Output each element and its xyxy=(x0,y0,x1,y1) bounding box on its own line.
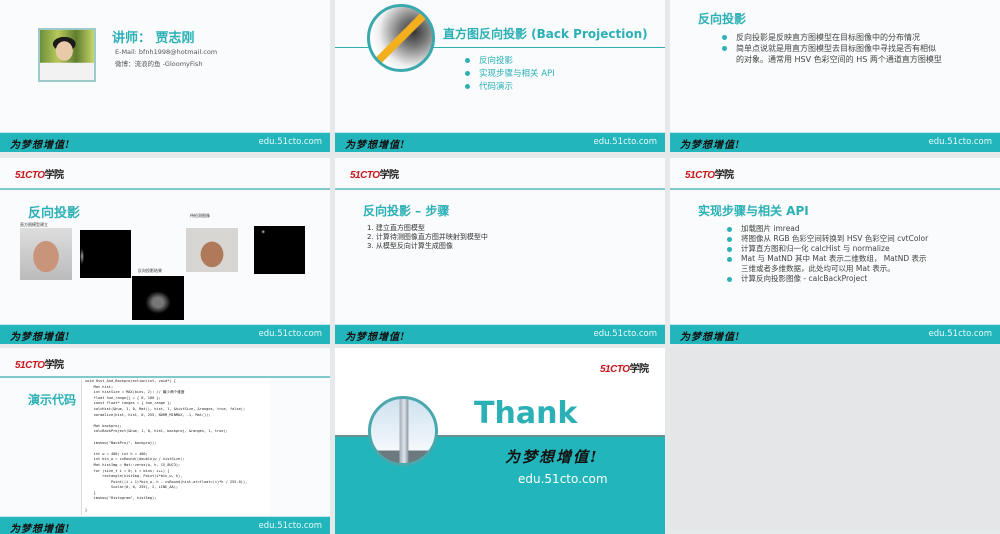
slide-footer: 为梦想增值! edu.51cto.com xyxy=(0,324,330,344)
footer-url: edu.51cto.com xyxy=(593,137,657,147)
header-divider xyxy=(670,188,1000,190)
slide-title: 反向投影 xyxy=(28,206,81,221)
motto-calligraphy: 为梦想增值! xyxy=(505,448,599,466)
api-item: 将图像从 RGB 色彩空间转换到 HSV 色彩空间 cvtColor xyxy=(725,234,928,244)
agenda-item: 反向投影 xyxy=(463,55,555,68)
slide-title: 反向投影 – 步骤 xyxy=(363,204,450,218)
step-item: 1. 建立直方图模型 xyxy=(367,224,425,232)
header-divider xyxy=(0,376,330,378)
empty-slot xyxy=(670,348,1000,530)
motto: 为梦想增值! xyxy=(10,332,71,343)
slide-title: 实现步骤与相关 API xyxy=(698,204,809,218)
slide-thumbnail-2[interactable]: 直方图反向投影 (Back Projection) 反向投影 实现步骤与相关 A… xyxy=(335,0,665,152)
histogram-image-1 xyxy=(80,230,131,278)
bullet-list: 反向投影是反映直方图模型在目标图像中的分布情况 简单点说就是用直方图模型去目标图… xyxy=(720,32,942,65)
model-hand-image xyxy=(20,228,72,280)
api-item: 加载图片 imread xyxy=(725,224,928,234)
step-item: 2. 计算待测图像直方图并映射到模型中 xyxy=(367,233,488,241)
agenda-list: 反向投影 实现步骤与相关 API 代码演示 xyxy=(463,55,555,94)
closing-url: edu.51cto.com xyxy=(518,472,608,486)
slide-title: 演示代码 xyxy=(28,393,77,407)
motto: 为梦想增值! xyxy=(680,332,741,343)
api-list: 加载图片 imread 将图像从 RGB 色彩空间转换到 HSV 色彩空间 cv… xyxy=(725,224,928,284)
motto: 为梦想增值! xyxy=(10,524,71,534)
footer-url: edu.51cto.com xyxy=(928,137,992,147)
slide-thumbnail-3[interactable]: 反向投影 反向投影是反映直方图模型在目标图像中的分布情况 简单点说就是用直方图模… xyxy=(670,0,1000,152)
instructor-weibo: 微博：流浪的鱼 -GloomyFish xyxy=(115,60,203,68)
slide-thumbnail-4[interactable]: 51CTO学院 反向投影 直方图模型建立 反向投影结果 待检测图像 为梦想增值!… xyxy=(0,158,330,344)
histogram-image-2 xyxy=(254,226,305,274)
51cto-logo: 51CTO学院 xyxy=(600,364,649,375)
bullet-item-continued: 的对象。通常用 HSV 色彩空间的 HS 两个通道直方图模型 xyxy=(736,55,942,64)
pencil-circle-image xyxy=(367,4,435,72)
instructor-email: E-Mail: bfnh1998@hotmail.com xyxy=(115,48,218,56)
motto: 为梦想增值! xyxy=(345,140,406,151)
51cto-logo: 51CTO学院 xyxy=(15,360,64,371)
slide-footer: 为梦想增值! edu.51cto.com xyxy=(335,132,665,152)
51cto-logo: 51CTO学院 xyxy=(685,170,734,181)
motto: 为梦想增值! xyxy=(680,140,741,151)
slide-thumbnail-8[interactable]: 51CTO学院 Thank 为梦想增值! edu.51cto.com xyxy=(335,348,665,534)
slide-footer: 为梦想增值! edu.51cto.com xyxy=(670,132,1000,152)
thank-heading: Thank xyxy=(474,396,578,431)
slide-thumbnail-6[interactable]: 51CTO学院 实现步骤与相关 API 加载图片 imread 将图像从 RGB… xyxy=(670,158,1000,344)
api-item: 计算直方图和归一化 calcHist 与 normalize xyxy=(725,244,928,254)
slide-footer: 为梦想增值! edu.51cto.com xyxy=(0,132,330,152)
header-divider xyxy=(0,188,330,190)
step-item: 3. 从模型反向计算生成图像 xyxy=(367,242,453,250)
agenda-item: 实现步骤与相关 API xyxy=(463,68,555,81)
slide-footer: 为梦想增值! edu.51cto.com xyxy=(670,324,1000,344)
motto: 为梦想增值! xyxy=(345,332,406,343)
slide-title: 反向投影 xyxy=(698,12,747,26)
slide-footer: 为梦想增值! edu.51cto.com xyxy=(0,516,330,534)
slide-thumbnail-5[interactable]: 51CTO学院 反向投影 – 步骤 1. 建立直方图模型 2. 计算待测图像直方… xyxy=(335,158,665,344)
footer-url: edu.51cto.com xyxy=(258,329,322,339)
bullet-item: 反向投影是反映直方图模型在目标图像中的分布情况 xyxy=(720,32,942,43)
motto: 为梦想增值! xyxy=(10,140,71,151)
deck-title: 直方图反向投影 (Back Projection) xyxy=(443,27,648,41)
steps-list: 1. 建立直方图模型 2. 计算待测图像直方图并映射到模型中 3. 从模型反向计… xyxy=(367,224,488,251)
footer-url: edu.51cto.com xyxy=(593,329,657,339)
instructor-photo xyxy=(38,28,96,82)
slide-thumbnail-1[interactable]: 讲师： 贾志刚 E-Mail: bfnh1998@hotmail.com 微博：… xyxy=(0,0,330,152)
agenda-item: 代码演示 xyxy=(463,81,555,94)
footer-url: edu.51cto.com xyxy=(928,329,992,339)
api-item: Mat 与 MatND 其中 Mat 表示二维数组， MatND 表示 xyxy=(725,254,928,264)
burj-al-arab-circle-image xyxy=(368,396,438,466)
slide-thumbnail-7[interactable]: 51CTO学院 演示代码 void Hist_And_Backprojectio… xyxy=(0,348,330,534)
api-item: 计算反向投影图像 - calcBackProject xyxy=(725,274,928,284)
test-label: 待检测图像 xyxy=(190,213,210,218)
bullet-item: 简单点说就是用直方图模型去目标图像中寻找是否有相似 xyxy=(720,43,942,54)
51cto-logo: 51CTO学院 xyxy=(350,170,399,181)
slide-footer: 为梦想增值! edu.51cto.com xyxy=(335,324,665,344)
footer-url: edu.51cto.com xyxy=(258,137,322,147)
instructor-name: 讲师： 贾志刚 xyxy=(112,31,195,46)
51cto-logo: 51CTO学院 xyxy=(15,170,64,181)
result-label: 反向投影结果 xyxy=(138,268,162,273)
bullet-item-continued: 三维或者多维数据，此处均可以用 Mat 表示。 xyxy=(741,264,895,273)
header-divider xyxy=(335,188,665,190)
test-hand-image xyxy=(186,228,238,272)
code-screenshot: void Hist_And_Backprojection(int, void*)… xyxy=(81,379,270,515)
backprojection-result-image xyxy=(132,276,184,320)
